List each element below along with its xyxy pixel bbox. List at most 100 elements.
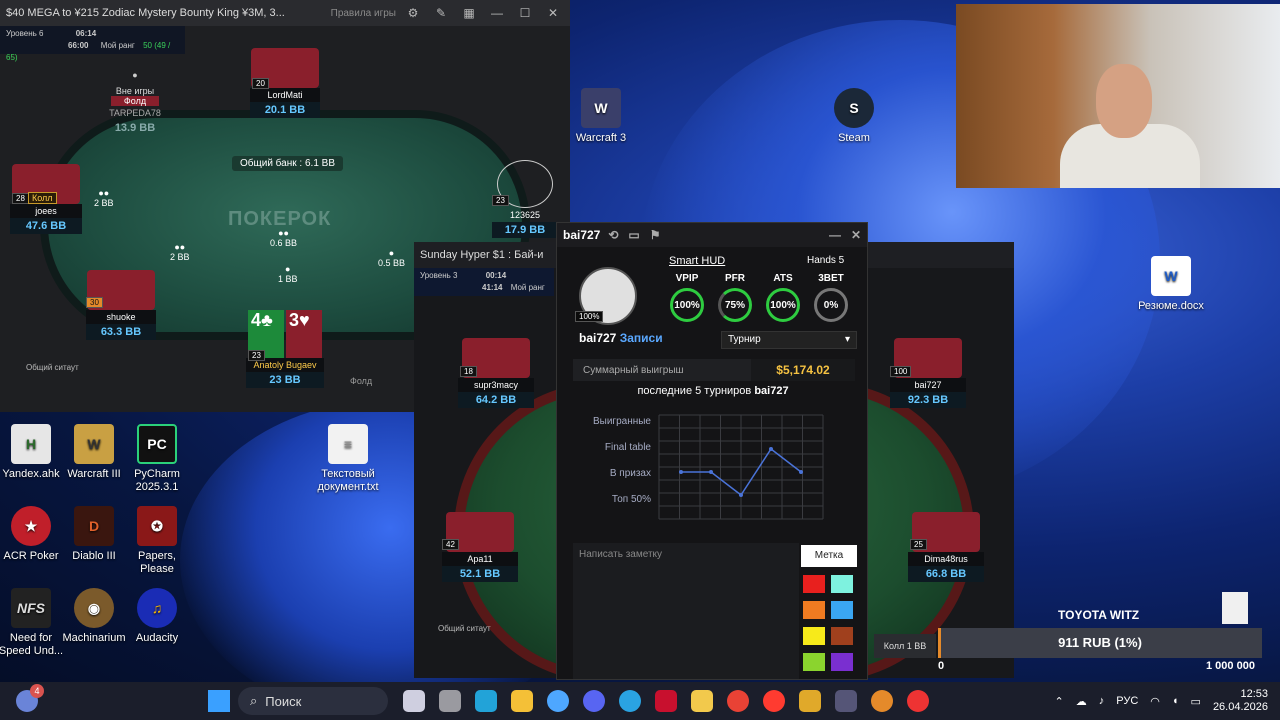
minimize-button[interactable]: — xyxy=(486,4,508,22)
battery-icon[interactable]: ▭ xyxy=(1191,695,1201,708)
desktop-icon-audacity[interactable]: ♫ Audacity xyxy=(121,588,193,645)
desktop-icon-papers-please[interactable]: ✪ Papers, Please xyxy=(121,506,193,576)
pycharm-icon: PC xyxy=(137,424,177,464)
edge-icon[interactable] xyxy=(475,690,497,712)
player-seat-anatoly-bugaev[interactable]: 4♣ 3♥ Anatoly Bugaev 23 BB xyxy=(246,310,324,388)
acr-poker-icon: ★ xyxy=(11,506,51,546)
bet-chips: ●● 2 BB xyxy=(94,188,114,208)
edit-icon[interactable]: ✎ xyxy=(430,4,452,22)
rules-link[interactable]: Правила игры xyxy=(331,8,396,19)
tournament-info-panel: Уровень 3 00:14 41:14 Мой ранг xyxy=(414,268,554,296)
sitout-label[interactable]: Общий ситаут xyxy=(26,363,79,372)
tag-color-swatch[interactable] xyxy=(803,601,825,619)
stat-pfr: PFR 75% xyxy=(715,273,755,322)
file-explorer-icon[interactable] xyxy=(511,690,533,712)
desktop-icon-warcraft-iii[interactable]: W Warcraft III xyxy=(58,424,130,481)
chart-row-labels: Выигранные Final table В призах Топ 50% xyxy=(592,416,651,505)
call-button[interactable]: Колл 1 BB xyxy=(874,634,936,658)
calculator-icon[interactable] xyxy=(439,690,461,712)
maximize-button[interactable]: ☐ xyxy=(514,4,536,22)
sitout-label[interactable]: Общий ситаут xyxy=(438,624,491,633)
mode-select[interactable]: Турнир ▾ xyxy=(721,331,857,349)
tag-color-swatch[interactable] xyxy=(803,627,825,645)
chrome-icon[interactable] xyxy=(727,690,749,712)
hud-player-name: bai727 xyxy=(563,228,601,242)
streamer-face xyxy=(1096,64,1152,138)
tag-color-swatch[interactable] xyxy=(831,653,853,671)
stat-3bet: 3BET 0% xyxy=(811,273,851,322)
mic-icon[interactable]: ♪ xyxy=(1099,695,1105,707)
poker-client-icon[interactable] xyxy=(871,690,893,712)
hide-icon[interactable]: ▭ xyxy=(628,228,639,242)
close-button[interactable]: ✕ xyxy=(851,228,861,242)
tag-color-swatch[interactable] xyxy=(831,601,853,619)
chevron-down-icon: ▾ xyxy=(844,334,850,345)
app-icon[interactable] xyxy=(835,690,857,712)
close-button[interactable]: ✕ xyxy=(542,4,564,22)
tag-button[interactable]: Метка xyxy=(801,545,857,567)
progress-max: 1 000 000 xyxy=(1206,660,1255,672)
app-icon[interactable] xyxy=(655,690,677,712)
tag-color-swatch[interactable] xyxy=(831,627,853,645)
bet-chips: ● 1 BB xyxy=(278,264,298,284)
smart-hud-link[interactable]: Smart HUD xyxy=(669,255,725,267)
settings-icon[interactable]: ⚙ xyxy=(402,4,424,22)
clock[interactable]: 12:53 26.04.2026 xyxy=(1213,688,1268,714)
ahk-file-icon: H xyxy=(11,424,51,464)
hud-player-popup[interactable]: bai727 ⟲ ▭ ⚑ — ✕ 100% bai727 Записи Smar… xyxy=(556,222,868,680)
file-icon[interactable] xyxy=(1222,592,1248,624)
bet-chips: ● 0.5 BB xyxy=(378,248,406,268)
stat-ats: ATS 100% xyxy=(763,273,803,322)
volume-icon[interactable]: ◖ xyxy=(1172,695,1179,707)
desktop-icon-textfile[interactable]: ≡ Текстовый документ.txt xyxy=(312,424,384,494)
tag-color-swatch[interactable] xyxy=(831,575,853,593)
history-icon[interactable]: ⟲ xyxy=(608,228,618,242)
goal-title: TOYOTA WITZ xyxy=(1058,608,1140,622)
bet-chips: ●● 0.6 BB xyxy=(270,228,298,248)
desktop-icon-resume[interactable]: W Резюме.docx xyxy=(1135,256,1207,313)
bet-chips: ●● 2 BB xyxy=(170,242,190,262)
app-icon[interactable] xyxy=(799,690,821,712)
app-icon[interactable] xyxy=(547,690,569,712)
task-view-icon[interactable] xyxy=(403,690,425,712)
start-button[interactable] xyxy=(208,690,230,712)
minimize-button[interactable]: — xyxy=(829,228,841,242)
language-indicator[interactable]: РУС xyxy=(1116,695,1138,707)
desktop-icon-acr-poker[interactable]: ★ ACR Poker xyxy=(0,506,67,563)
tournament-results-chart xyxy=(658,414,824,520)
widgets-icon[interactable]: 4 xyxy=(16,684,44,712)
tag-color-swatch[interactable] xyxy=(803,653,825,671)
window-titlebar[interactable]: $40 MEGA to ¥215 Zodiac Mystery Bounty K… xyxy=(0,0,570,26)
discord-icon[interactable] xyxy=(583,690,605,712)
tray-chevron-icon[interactable]: ⌃ xyxy=(1055,695,1064,708)
telegram-icon[interactable] xyxy=(619,690,641,712)
app-icon[interactable] xyxy=(907,690,929,712)
yandex-icon[interactable] xyxy=(763,690,785,712)
records-link[interactable]: Записи xyxy=(620,331,663,345)
desktop-icon-steam[interactable]: S Steam xyxy=(818,88,890,145)
desktop-icon-machinarium[interactable]: ◉ Machinarium xyxy=(58,588,130,645)
desktop-icon-nfs[interactable]: NFS Need for Speed Und... xyxy=(0,588,67,658)
search-box[interactable]: ⌕ Поиск xyxy=(238,687,388,715)
warcraft-icon: W xyxy=(74,424,114,464)
note-input[interactable]: Написать заметку xyxy=(573,543,799,679)
layout-icon[interactable]: ▦ xyxy=(458,4,480,22)
desktop-icon-diablo3[interactable]: D Diablo III xyxy=(58,506,130,563)
desktop-icon-pycharm[interactable]: PC PyCharm 2025.3.1 xyxy=(121,424,193,494)
wifi-icon[interactable]: ◠ xyxy=(1150,695,1160,708)
chart-point xyxy=(709,470,713,474)
desktop-icon-warcraft3[interactable]: W Warcraft 3 xyxy=(565,88,637,145)
flag-icon[interactable]: ⚑ xyxy=(650,228,661,242)
cloud-icon[interactable]: ☁ xyxy=(1076,695,1087,708)
player-seat-tarpeda78[interactable]: ● Вне игры Фолд TARPEDA78 13.9 BB xyxy=(100,70,170,136)
text-file-icon: ≡ xyxy=(328,424,368,464)
fold-checkbox[interactable]: Фолд xyxy=(350,376,372,386)
donation-progress: 911 RUB (1%) xyxy=(938,628,1262,658)
tag-color-swatch[interactable] xyxy=(803,575,825,593)
hud-titlebar[interactable]: bai727 ⟲ ▭ ⚑ — ✕ xyxy=(557,223,867,247)
hands-count: Hands 5 xyxy=(807,255,845,266)
papers-please-icon: ✪ xyxy=(137,506,177,546)
chart-point xyxy=(799,470,803,474)
app-icon[interactable] xyxy=(691,690,713,712)
desktop-icon-yandex-ahk[interactable]: H Yandex.ahk xyxy=(0,424,67,481)
